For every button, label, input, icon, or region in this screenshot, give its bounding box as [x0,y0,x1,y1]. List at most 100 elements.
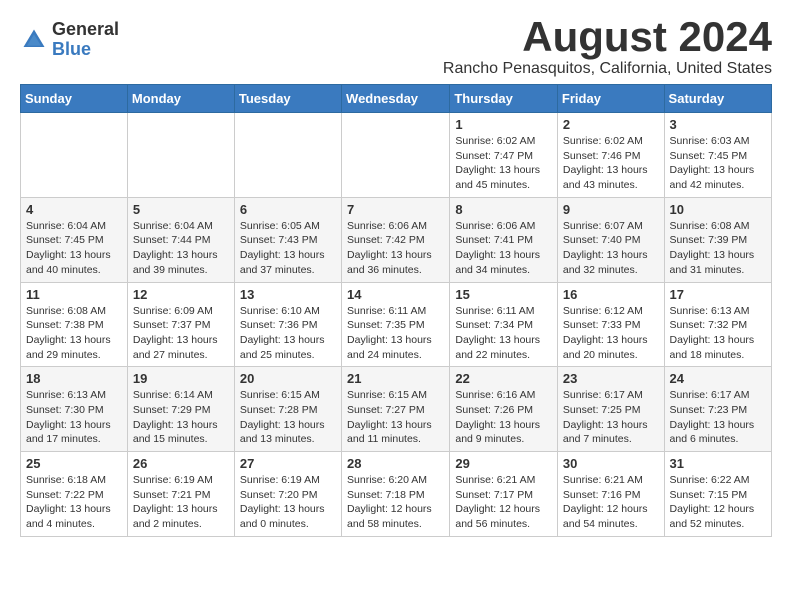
location-subtitle: Rancho Penasquitos, California, United S… [443,60,772,78]
day-info: Sunrise: 6:09 AM Sunset: 7:37 PM Dayligh… [133,304,229,363]
calendar-day-cell: 21 Sunrise: 6:15 AM Sunset: 7:27 PM Dayli… [342,367,450,452]
calendar-table: SundayMondayTuesdayWednesdayThursdayFrid… [20,84,772,537]
calendar-day-cell: 18 Sunrise: 6:13 AM Sunset: 7:30 PM Dayli… [21,367,128,452]
day-number: 25 [26,456,122,471]
header: General Blue August 2024 Rancho Penasqui… [20,16,772,78]
calendar-week-row: 25 Sunrise: 6:18 AM Sunset: 7:22 PM Dayli… [21,452,772,537]
weekday-header-tuesday: Tuesday [234,85,341,113]
calendar-day-cell: 1Sunrise: 6:02 AM Sunset: 7:47 PM Daylig… [450,113,558,198]
calendar-day-cell: 5 Sunrise: 6:04 AM Sunset: 7:44 PM Daylig… [127,197,234,282]
calendar-day-cell: 19 Sunrise: 6:14 AM Sunset: 7:29 PM Dayli… [127,367,234,452]
weekday-header-wednesday: Wednesday [342,85,450,113]
day-info: Sunrise: 6:19 AM Sunset: 7:21 PM Dayligh… [133,473,229,532]
day-info: Sunrise: 6:11 AM Sunset: 7:34 PM Dayligh… [455,304,552,363]
day-number: 7 [347,202,444,217]
calendar-day-cell: 24 Sunrise: 6:17 AM Sunset: 7:23 PM Dayli… [664,367,771,452]
title-block: August 2024 Rancho Penasquitos, Californ… [443,16,772,78]
day-number: 24 [670,371,766,386]
day-number: 15 [455,287,552,302]
day-info: Sunrise: 6:12 AM Sunset: 7:33 PM Dayligh… [563,304,659,363]
weekday-header-saturday: Saturday [664,85,771,113]
calendar-day-cell: 15 Sunrise: 6:11 AM Sunset: 7:34 PM Dayli… [450,282,558,367]
day-number: 11 [26,287,122,302]
day-info: Sunrise: 6:17 AM Sunset: 7:23 PM Dayligh… [670,388,766,447]
day-info: Sunrise: 6:06 AM Sunset: 7:41 PM Dayligh… [455,219,552,278]
calendar-day-cell: 10Sunrise: 6:08 AM Sunset: 7:39 PM Dayli… [664,197,771,282]
calendar-day-cell: 25 Sunrise: 6:18 AM Sunset: 7:22 PM Dayli… [21,452,128,537]
calendar-day-cell: 16Sunrise: 6:12 AM Sunset: 7:33 PM Dayli… [557,282,664,367]
day-info: Sunrise: 6:04 AM Sunset: 7:45 PM Dayligh… [26,219,122,278]
day-number: 31 [670,456,766,471]
day-info: Sunrise: 6:10 AM Sunset: 7:36 PM Dayligh… [240,304,336,363]
day-info: Sunrise: 6:05 AM Sunset: 7:43 PM Dayligh… [240,219,336,278]
day-number: 26 [133,456,229,471]
month-year-title: August 2024 [443,16,772,58]
day-number: 4 [26,202,122,217]
calendar-day-cell [127,113,234,198]
calendar-day-cell: 13 Sunrise: 6:10 AM Sunset: 7:36 PM Dayli… [234,282,341,367]
day-info: Sunrise: 6:13 AM Sunset: 7:32 PM Dayligh… [670,304,766,363]
calendar-day-cell: 27Sunrise: 6:19 AM Sunset: 7:20 PM Dayli… [234,452,341,537]
calendar-day-cell: 6 Sunrise: 6:05 AM Sunset: 7:43 PM Daylig… [234,197,341,282]
calendar-day-cell: 2Sunrise: 6:02 AM Sunset: 7:46 PM Daylig… [557,113,664,198]
calendar-day-cell: 11 Sunrise: 6:08 AM Sunset: 7:38 PM Dayli… [21,282,128,367]
calendar-day-cell: 23Sunrise: 6:17 AM Sunset: 7:25 PM Dayli… [557,367,664,452]
day-number: 17 [670,287,766,302]
day-info: Sunrise: 6:06 AM Sunset: 7:42 PM Dayligh… [347,219,444,278]
calendar-week-row: 4 Sunrise: 6:04 AM Sunset: 7:45 PM Daylig… [21,197,772,282]
calendar-day-cell: 9 Sunrise: 6:07 AM Sunset: 7:40 PM Daylig… [557,197,664,282]
day-info: Sunrise: 6:13 AM Sunset: 7:30 PM Dayligh… [26,388,122,447]
day-number: 6 [240,202,336,217]
day-info: Sunrise: 6:14 AM Sunset: 7:29 PM Dayligh… [133,388,229,447]
weekday-header-sunday: Sunday [21,85,128,113]
day-number: 18 [26,371,122,386]
day-info: Sunrise: 6:16 AM Sunset: 7:26 PM Dayligh… [455,388,552,447]
weekday-header-friday: Friday [557,85,664,113]
day-number: 1 [455,117,552,132]
day-number: 14 [347,287,444,302]
day-number: 19 [133,371,229,386]
calendar-day-cell [21,113,128,198]
day-number: 13 [240,287,336,302]
calendar-day-cell: 7 Sunrise: 6:06 AM Sunset: 7:42 PM Daylig… [342,197,450,282]
logo-blue-text: Blue [52,40,119,60]
calendar-day-cell: 28Sunrise: 6:20 AM Sunset: 7:18 PM Dayli… [342,452,450,537]
day-info: Sunrise: 6:18 AM Sunset: 7:22 PM Dayligh… [26,473,122,532]
calendar-day-cell: 22Sunrise: 6:16 AM Sunset: 7:26 PM Dayli… [450,367,558,452]
calendar-day-cell: 20 Sunrise: 6:15 AM Sunset: 7:28 PM Dayli… [234,367,341,452]
day-info: Sunrise: 6:04 AM Sunset: 7:44 PM Dayligh… [133,219,229,278]
day-info: Sunrise: 6:03 AM Sunset: 7:45 PM Dayligh… [670,134,766,193]
day-info: Sunrise: 6:21 AM Sunset: 7:17 PM Dayligh… [455,473,552,532]
day-info: Sunrise: 6:17 AM Sunset: 7:25 PM Dayligh… [563,388,659,447]
day-number: 29 [455,456,552,471]
day-info: Sunrise: 6:07 AM Sunset: 7:40 PM Dayligh… [563,219,659,278]
day-number: 5 [133,202,229,217]
day-info: Sunrise: 6:15 AM Sunset: 7:27 PM Dayligh… [347,388,444,447]
day-info: Sunrise: 6:08 AM Sunset: 7:38 PM Dayligh… [26,304,122,363]
calendar-day-cell: 17 Sunrise: 6:13 AM Sunset: 7:32 PM Dayli… [664,282,771,367]
calendar-day-cell: 14 Sunrise: 6:11 AM Sunset: 7:35 PM Dayli… [342,282,450,367]
calendar-week-row: 1Sunrise: 6:02 AM Sunset: 7:47 PM Daylig… [21,113,772,198]
day-info: Sunrise: 6:21 AM Sunset: 7:16 PM Dayligh… [563,473,659,532]
day-info: Sunrise: 6:11 AM Sunset: 7:35 PM Dayligh… [347,304,444,363]
day-info: Sunrise: 6:20 AM Sunset: 7:18 PM Dayligh… [347,473,444,532]
calendar-day-cell: 12Sunrise: 6:09 AM Sunset: 7:37 PM Dayli… [127,282,234,367]
calendar-day-cell: 8Sunrise: 6:06 AM Sunset: 7:41 PM Daylig… [450,197,558,282]
day-info: Sunrise: 6:22 AM Sunset: 7:15 PM Dayligh… [670,473,766,532]
logo-general-text: General [52,20,119,40]
weekday-header-monday: Monday [127,85,234,113]
day-number: 20 [240,371,336,386]
logo-icon [20,26,48,54]
calendar-day-cell: 3Sunrise: 6:03 AM Sunset: 7:45 PM Daylig… [664,113,771,198]
calendar-day-cell [234,113,341,198]
day-number: 21 [347,371,444,386]
day-info: Sunrise: 6:08 AM Sunset: 7:39 PM Dayligh… [670,219,766,278]
logo: General Blue [20,20,119,60]
calendar-day-cell: 4 Sunrise: 6:04 AM Sunset: 7:45 PM Daylig… [21,197,128,282]
day-number: 9 [563,202,659,217]
calendar-day-cell: 30 Sunrise: 6:21 AM Sunset: 7:16 PM Dayli… [557,452,664,537]
day-number: 27 [240,456,336,471]
day-info: Sunrise: 6:15 AM Sunset: 7:28 PM Dayligh… [240,388,336,447]
day-number: 30 [563,456,659,471]
day-number: 2 [563,117,659,132]
